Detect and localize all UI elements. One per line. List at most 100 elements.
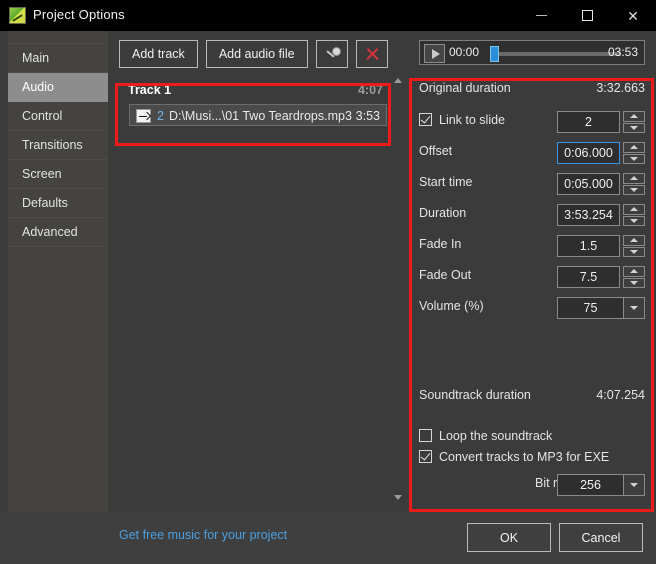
cancel-button[interactable]: Cancel	[559, 523, 643, 552]
volume-dropdown-button[interactable]	[623, 297, 645, 319]
ok-button[interactable]: OK	[467, 523, 551, 552]
chevron-down-icon	[630, 218, 638, 223]
stepper-up-button[interactable]	[623, 235, 645, 246]
original-duration-label: Original duration	[419, 81, 511, 95]
duration-stepper[interactable]: 3:53.254	[557, 204, 645, 226]
stepper-up-button[interactable]	[623, 142, 645, 153]
fade-out-row: Fade Out 7.5	[419, 266, 645, 288]
stepper-down-button[interactable]	[623, 277, 645, 288]
chevron-down-icon	[393, 495, 402, 500]
player-seek-track[interactable]	[491, 52, 621, 56]
checkbox-icon	[419, 450, 432, 463]
stepper-buttons[interactable]	[623, 266, 645, 288]
stepper-down-button[interactable]	[623, 246, 645, 257]
minimize-button[interactable]	[518, 0, 564, 31]
scroll-down-button[interactable]	[390, 490, 405, 505]
list-item[interactable]: 2 D:\Musi...\01 Two Teardrops.mp3 3:53	[129, 104, 387, 126]
stepper-up-button[interactable]	[623, 173, 645, 184]
dialog-body: Main Audio Control Transitions Screen De…	[0, 31, 656, 564]
offset-value[interactable]: 0:06.000	[557, 142, 620, 164]
maximize-button[interactable]	[564, 0, 610, 31]
stepper-up-button[interactable]	[623, 266, 645, 277]
window-title: Project Options	[33, 7, 125, 22]
soundtrack-duration-row: Soundtrack duration 4:07.254	[419, 386, 645, 408]
fade-in-stepper[interactable]: 1.5	[557, 235, 645, 257]
bit-rate-value[interactable]: 256	[557, 474, 623, 496]
app-icon	[9, 7, 26, 24]
sidebar-item-audio[interactable]: Audio	[8, 73, 108, 102]
offset-stepper[interactable]: 0:06.000	[557, 142, 645, 164]
add-track-button[interactable]: Add track	[119, 40, 198, 68]
track-header[interactable]: Track 1 4:07	[119, 79, 391, 101]
start-time-row: Start time 0:05.000	[419, 173, 645, 195]
player-seek-handle[interactable]	[490, 46, 499, 62]
duration-row: Duration 3:53.254	[419, 204, 645, 226]
fade-out-stepper[interactable]: 7.5	[557, 266, 645, 288]
chevron-up-icon	[393, 78, 402, 83]
offset-row: Offset 0:06.000	[419, 142, 645, 164]
bit-rate-dropdown-button[interactable]	[623, 474, 645, 496]
stepper-down-button[interactable]	[623, 153, 645, 164]
chevron-up-icon	[630, 145, 638, 150]
sidebar-item-control[interactable]: Control	[8, 102, 108, 131]
stepper-down-button[interactable]	[623, 184, 645, 195]
start-time-label: Start time	[419, 175, 473, 189]
scroll-up-button[interactable]	[390, 73, 405, 88]
sidebar-item-screen[interactable]: Screen	[8, 160, 108, 189]
stepper-buttons[interactable]	[623, 173, 645, 195]
close-button[interactable]: ✕	[610, 0, 656, 31]
expand-arrow-icon[interactable]	[136, 109, 151, 123]
file-index: 2	[157, 109, 164, 123]
sidebar-item-label: Control	[22, 109, 63, 123]
play-button[interactable]	[424, 44, 445, 63]
sidebar-item-defaults[interactable]: Defaults	[8, 189, 108, 218]
volume-row: Volume (%) 75	[419, 297, 645, 319]
sidebar-item-advanced[interactable]: Advanced	[8, 218, 108, 247]
stepper-up-button[interactable]	[623, 204, 645, 215]
sidebar-item-transitions[interactable]: Transitions	[8, 131, 108, 160]
stepper-buttons[interactable]	[623, 235, 645, 257]
track-list[interactable]: Track 1 4:07 2 D:\Musi...\01 Two Teardrop…	[119, 79, 391, 499]
stepper-buttons[interactable]	[623, 204, 645, 226]
fade-out-value[interactable]: 7.5	[557, 266, 620, 288]
record-voice-button[interactable]	[315, 40, 348, 68]
audio-properties-panel: 00:00 03:53 Original duration 3:32.663 L…	[408, 31, 656, 512]
tracks-scrollbar[interactable]	[390, 73, 405, 505]
link-to-slide-row: Link to slide 2	[419, 111, 645, 133]
title-bar: Project Options ✕	[0, 0, 656, 31]
stepper-buttons[interactable]	[623, 142, 645, 164]
free-music-link[interactable]: Get free music for your project	[119, 528, 287, 542]
audio-player[interactable]: 00:00 03:53	[419, 40, 645, 65]
loop-soundtrack-checkbox[interactable]: Loop the soundtrack	[419, 429, 552, 443]
sidebar-spacer	[8, 31, 108, 44]
duration-label: Duration	[419, 206, 467, 220]
stepper-up-button[interactable]	[623, 111, 645, 122]
link-to-slide-stepper[interactable]: 2	[557, 111, 645, 133]
volume-value[interactable]: 75	[557, 297, 623, 319]
chevron-down-icon	[630, 483, 638, 487]
sidebar-item-main[interactable]: Main	[8, 44, 108, 73]
chevron-down-icon	[630, 156, 638, 161]
chevron-down-icon	[630, 187, 638, 192]
volume-combo[interactable]: 75	[557, 297, 645, 319]
fade-out-label: Fade Out	[419, 268, 472, 282]
start-time-stepper[interactable]: 0:05.000	[557, 173, 645, 195]
microphone-icon	[324, 46, 340, 62]
start-time-value[interactable]: 0:05.000	[557, 173, 620, 195]
add-audio-file-button[interactable]: Add audio file	[205, 40, 308, 68]
convert-mp3-checkbox[interactable]: Convert tracks to MP3 for EXE	[419, 450, 609, 464]
link-to-slide-value[interactable]: 2	[557, 111, 620, 133]
stepper-buttons[interactable]	[623, 111, 645, 133]
delete-track-button[interactable]	[355, 40, 388, 68]
duration-value[interactable]: 3:53.254	[557, 204, 620, 226]
bit-rate-combo[interactable]: 256	[557, 474, 645, 496]
link-to-slide-checkbox[interactable]: Link to slide	[419, 113, 505, 127]
sidebar-item-label: Screen	[22, 167, 62, 181]
chevron-down-icon	[630, 125, 638, 130]
stepper-down-button[interactable]	[623, 215, 645, 226]
fade-in-label: Fade In	[419, 237, 462, 251]
convert-mp3-row: Convert tracks to MP3 for EXE	[419, 448, 645, 470]
fade-in-value[interactable]: 1.5	[557, 235, 620, 257]
checkbox-icon	[419, 429, 432, 442]
stepper-down-button[interactable]	[623, 122, 645, 133]
